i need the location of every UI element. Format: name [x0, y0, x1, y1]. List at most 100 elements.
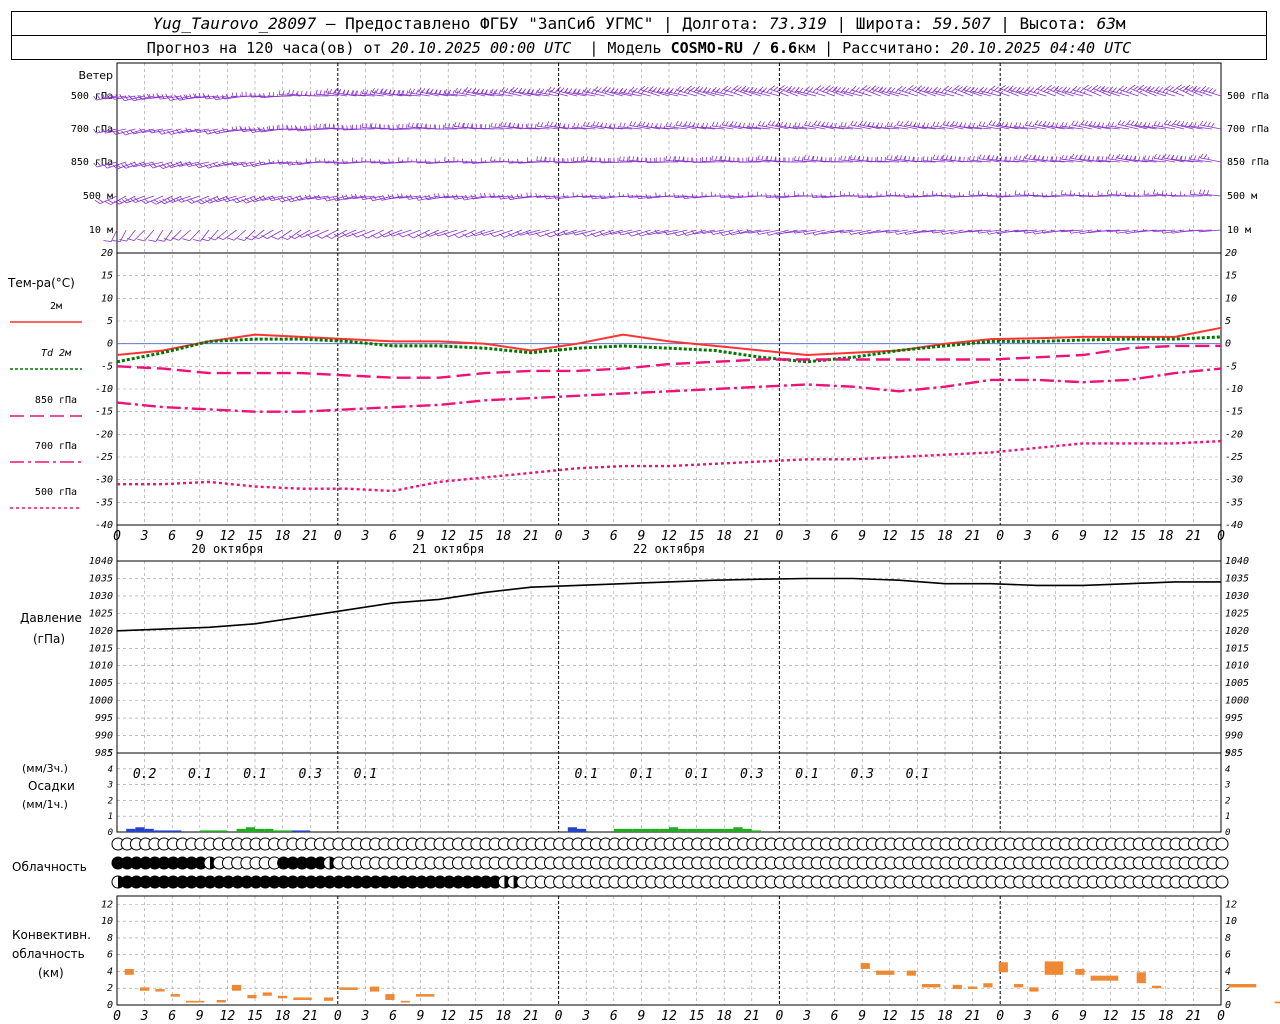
y-tick-label-right: -35 [1225, 497, 1243, 508]
y-tick-label-right: 1000 [1225, 696, 1249, 707]
wind-barb-flag [305, 158, 308, 163]
wind-barb-flag [1004, 156, 1006, 162]
wind-barb-flag [876, 122, 879, 128]
wind-barb-flag [1093, 121, 1097, 127]
wind-barb-flag [858, 232, 861, 236]
wind-barb-flag [301, 90, 303, 96]
wind-barb [887, 86, 909, 97]
wind-barb-flag [553, 194, 557, 200]
wind-barb-flag [1092, 84, 1099, 89]
wind-barb-flag [596, 121, 600, 127]
wind-barb-shaft [144, 229, 155, 242]
y-tick-label-right: 990 [1225, 731, 1243, 742]
wind-barb-flag [779, 85, 785, 90]
wind-barb-flag [581, 89, 585, 95]
wind-barb-flag [676, 86, 682, 91]
wind-barb-flag [1143, 121, 1147, 127]
wind-barb-flag [277, 159, 280, 165]
wind-barb-flag [945, 155, 949, 160]
wind-barb-flag [369, 123, 372, 129]
y-tick-label-right: 2 [1225, 796, 1230, 806]
wind-barb [163, 229, 182, 241]
wind-barb-flag [940, 124, 942, 128]
wind-barb-flag [112, 240, 121, 243]
wind-barb [1092, 84, 1111, 97]
wind-barb-flag [758, 121, 762, 126]
precip-bar [696, 828, 706, 832]
wind-barb-flag [1059, 156, 1062, 162]
wind-barb-flag [461, 158, 464, 164]
wind-barb-flag [186, 199, 192, 204]
wind-barb [931, 190, 955, 197]
precip-bar [733, 827, 743, 832]
wind-barb-flag [199, 198, 205, 203]
wind-barb-flag [156, 239, 165, 242]
wind-barb-flag [1107, 154, 1111, 159]
wind-barb-flag [619, 122, 622, 127]
wind-barb-flag [420, 123, 423, 128]
wind-barb-flag [816, 91, 819, 94]
wind-barb-flag [928, 87, 933, 92]
y-tick-label-left: 1035 [89, 573, 113, 584]
wind-barb-flag [1126, 119, 1131, 125]
conv-bar [247, 994, 257, 999]
y-tick-label-left: 1010 [89, 661, 113, 672]
wind-barb-flag [780, 121, 784, 127]
wind-barb-flag [742, 122, 745, 128]
wind-barb-flag [1201, 85, 1207, 91]
conv-bar [1152, 985, 1162, 989]
y-tick-label-left: 990 [95, 731, 113, 742]
y-tick-label-left: 1040 [89, 556, 113, 567]
hour-tick-label: 12 [882, 1009, 898, 1024]
wind-barb [839, 190, 863, 197]
wind-barb-flag [319, 90, 322, 95]
wind-barb-flag [1161, 190, 1164, 196]
y-tick-label-right: 1015 [1225, 643, 1249, 654]
wind-barb-flag [1152, 229, 1154, 232]
hour-tick-label: 15 [247, 1009, 263, 1024]
hour-tick-label: 6 [168, 1009, 176, 1024]
wind-barb-flag [558, 122, 562, 128]
wind-barb [1069, 190, 1093, 197]
wind-barb-flag [1097, 122, 1101, 127]
wind-barb-flag [908, 91, 911, 94]
wind-barb-flag [1189, 189, 1192, 195]
wind-barb [278, 124, 302, 130]
wind-barb-flag [798, 122, 801, 128]
wind-barb-flag [1150, 86, 1155, 92]
wind-barb-shaft [816, 88, 835, 97]
hour-tick-label: 0 [996, 1009, 1004, 1024]
wind-barb-flag [793, 230, 796, 234]
wind-barb-flag [604, 122, 608, 128]
y-tick-label-left: 20 [101, 248, 113, 259]
conv-bar [1029, 987, 1039, 992]
precip-bar [724, 828, 734, 832]
wind-barb-flag [1089, 120, 1093, 126]
wind-barb-flag [845, 87, 850, 93]
wind-barb-flag [983, 87, 988, 92]
wind-barb-flag [1161, 230, 1164, 234]
wind-barb-flag [594, 86, 599, 91]
wind-barb-flag [822, 121, 825, 127]
wind-barb-flag [444, 123, 447, 128]
wind-barb-flag [751, 156, 754, 162]
temp-legend-label: Td 2м [41, 348, 72, 359]
precipitation-panel: 5 5 4 4 3 3 2 2 1 1 0 0 0.2 0.1 0.1 0.3 0.1 0.1 0.1 0.1 0.3 0… [107, 749, 1231, 838]
wind-barb-flag [1147, 122, 1151, 127]
wind-barb-flag [517, 123, 520, 129]
wind-barb-flag [1203, 154, 1208, 159]
wind-barb-flag [795, 86, 800, 92]
hour-tick-label: 9 [196, 1009, 204, 1024]
wind-barb-flag [861, 195, 864, 198]
y-tick-label-right: 1010 [1225, 661, 1249, 672]
wind-barb-flag [518, 87, 523, 93]
hour-tick-label: 18 [496, 529, 512, 544]
hour-tick-label: 0 [996, 529, 1004, 544]
hour-tick-label: 6 [1051, 529, 1059, 544]
wind-barb-flag [719, 193, 722, 198]
wind-barb-flag [874, 86, 880, 91]
wind-barb-flag [987, 231, 990, 235]
wind-barb-flag [1074, 154, 1078, 160]
wind-barb-flag [544, 124, 547, 128]
wind-barb-flag [1107, 121, 1111, 127]
